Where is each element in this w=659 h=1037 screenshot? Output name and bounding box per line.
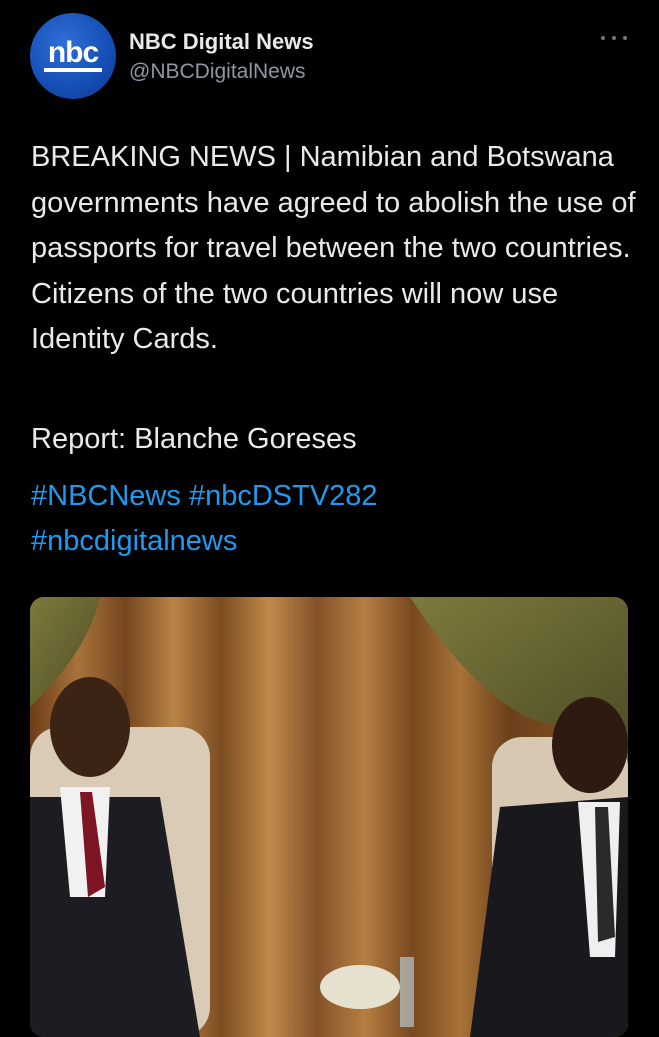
photo-illustration [30, 597, 628, 1037]
more-options-icon[interactable] [601, 32, 627, 44]
hashtag-list: #NBCNews #nbcDSTV282 #nbcdigitalnews [31, 474, 631, 564]
author-display-name[interactable]: NBC Digital News [129, 29, 314, 55]
avatar-logo-text: nbc [47, 36, 99, 69]
hashtag-link[interactable]: #nbcDSTV282 [189, 480, 378, 512]
hashtag-link[interactable]: #NBCNews [31, 480, 181, 512]
avatar[interactable]: nbc [30, 13, 116, 99]
tweet-text: BREAKING NEWS | Namibian and Botswana go… [31, 141, 636, 355]
hashtag-link[interactable]: #nbcdigitalnews [31, 525, 237, 557]
tweet-report-credit: Report: Blanche Goreses [31, 423, 357, 455]
tweet-card: nbc NBC Digital News @NBCDigitalNews BRE… [0, 0, 659, 1037]
tweet-photo[interactable] [30, 597, 628, 1037]
avatar-logo-underline [44, 68, 102, 72]
author-handle[interactable]: @NBCDigitalNews [129, 60, 306, 84]
